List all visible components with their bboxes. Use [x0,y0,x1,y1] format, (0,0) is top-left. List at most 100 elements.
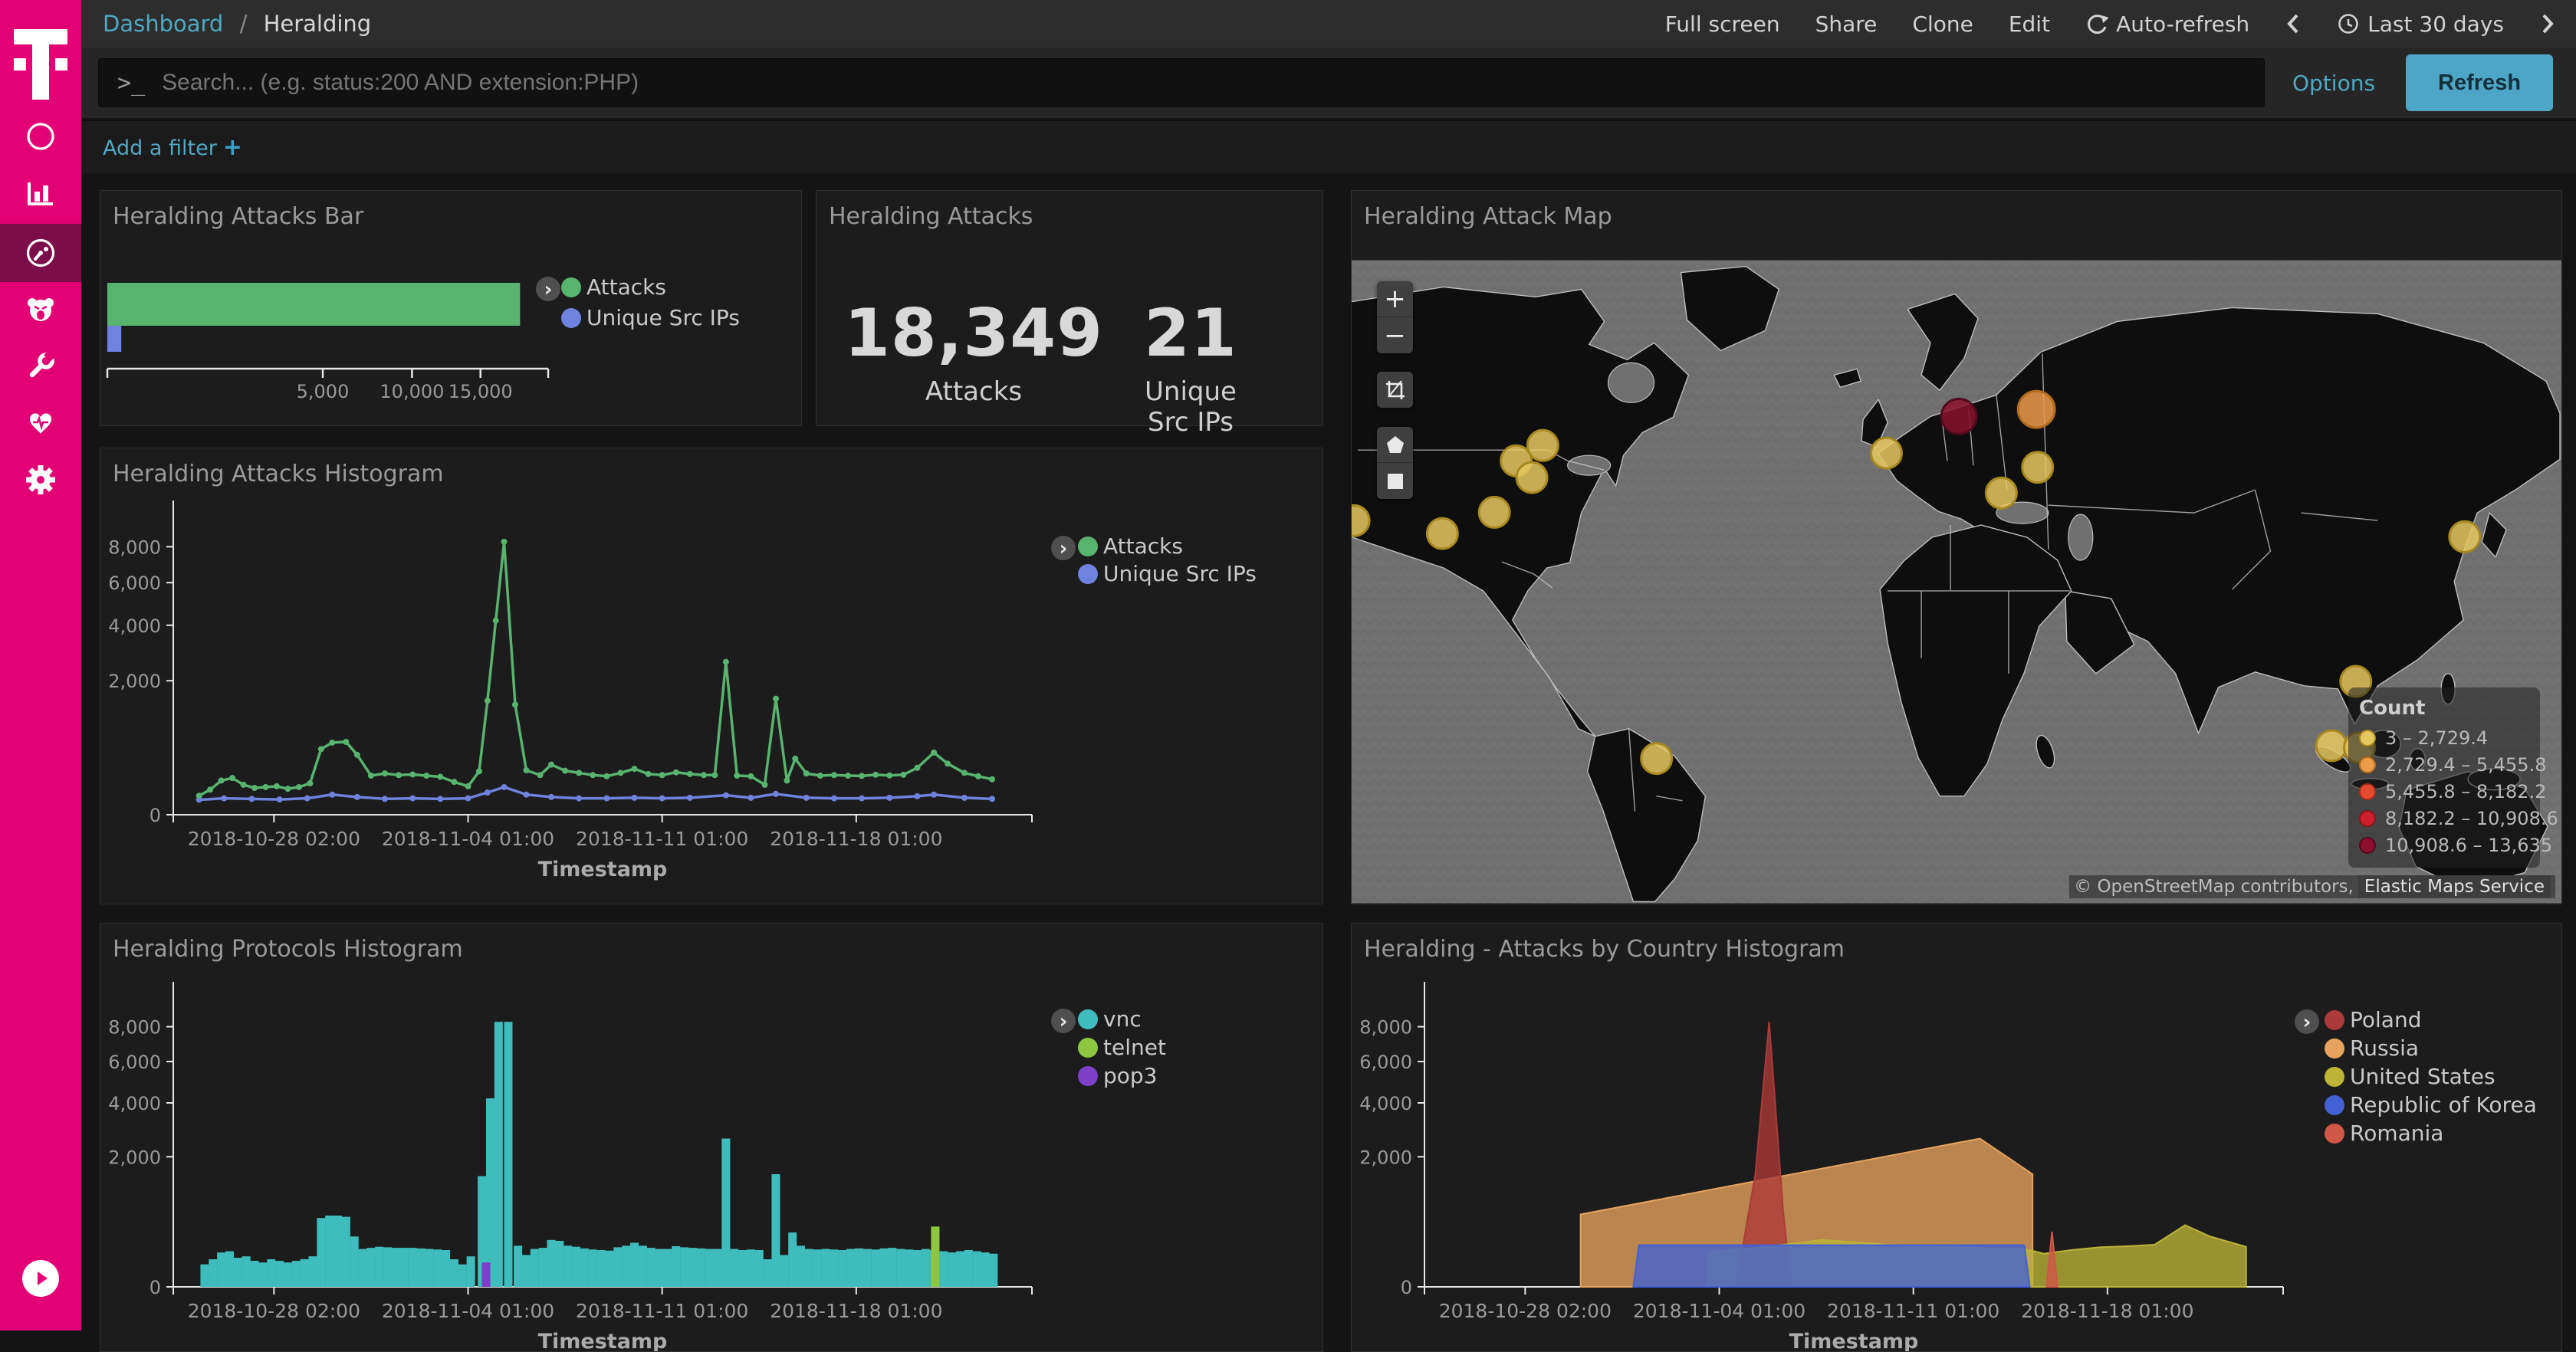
country-histogram-chart[interactable]: 02,0004,0006,0008,0002018-10-28 02:00201… [1352,924,2561,1351]
bar-vnc[interactable] [301,1259,309,1287]
bar-vnc[interactable] [425,1249,433,1287]
attack-bubble[interactable] [1641,743,1672,774]
attack-bubble[interactable] [1427,518,1457,549]
bar-vnc[interactable] [292,1261,301,1287]
bar-vnc[interactable] [225,1252,234,1287]
protocols-histogram-chart[interactable]: 02,0004,0006,0008,0002018-10-28 02:00201… [100,924,1322,1351]
crop-icon[interactable] [1377,372,1413,408]
attacks-histogram-chart[interactable]: 02,0004,0006,0008,0002018-10-28 02:00201… [100,448,1322,904]
bar-vnc[interactable] [755,1250,764,1287]
breadcrumb-dashboard-link[interactable]: Dashboard [103,11,223,37]
bar-vnc[interactable] [572,1247,580,1287]
rectangle-icon[interactable] [1377,463,1413,499]
bar-vnc[interactable] [981,1252,990,1287]
bar-vnc[interactable] [366,1248,375,1287]
sidebar-item-devtools[interactable] [0,337,81,395]
bar-vnc[interactable] [822,1249,830,1287]
full-screen-button[interactable]: Full screen [1665,11,1780,37]
bar-vnc[interactable] [433,1249,442,1287]
bar-vnc[interactable] [522,1255,531,1287]
legend-item[interactable]: telnet [1078,1035,1166,1060]
add-filter-link[interactable]: Add a filter+ [103,134,242,161]
legend-item[interactable]: Poland [2325,1007,2421,1032]
bar-vnc[interactable] [555,1241,564,1287]
attack-bubble[interactable] [1516,462,1547,493]
bar-vnc[interactable] [514,1245,522,1287]
bar-Attacks[interactable] [107,283,520,326]
bar-vnc[interactable] [417,1249,426,1287]
bar-vnc[interactable] [234,1258,242,1287]
bar-vnc[interactable] [780,1255,788,1287]
bar-vnc[interactable] [284,1262,292,1287]
legend-item[interactable]: Republic of Korea [2325,1092,2537,1117]
attack-bubble[interactable] [1479,497,1510,527]
options-link[interactable]: Options [2292,71,2375,96]
bar-vnc[interactable] [863,1249,872,1287]
bar-vnc[interactable] [872,1249,880,1287]
bar-vnc[interactable] [350,1236,359,1287]
bar-vnc[interactable] [531,1249,539,1287]
bar-vnc[interactable] [504,1022,512,1287]
bar-vnc[interactable] [896,1249,905,1287]
sidebar-item-tpot[interactable] [0,281,81,339]
bar-vnc[interactable] [334,1216,342,1287]
time-back-button[interactable] [2285,12,2302,35]
attack-bubble[interactable] [1941,399,1976,434]
clone-button[interactable]: Clone [1912,11,1973,37]
bar-vnc[interactable] [597,1250,606,1287]
bar-vnc[interactable] [251,1261,259,1287]
bar-vnc[interactable] [771,1174,780,1287]
bar-vnc[interactable] [697,1249,705,1287]
bar-vnc[interactable] [973,1252,981,1287]
legend-collapse-button[interactable]: › [536,277,560,301]
bar-vnc[interactable] [855,1249,863,1287]
bar-vnc[interactable] [830,1249,838,1287]
legend-item[interactable]: Russia [2325,1035,2419,1061]
zoom-out-button[interactable]: − [1377,317,1413,353]
time-forward-button[interactable] [2539,12,2556,35]
bar-vnc[interactable] [656,1249,664,1287]
bar-vnc[interactable] [797,1245,805,1287]
bar-vnc[interactable] [392,1248,400,1287]
time-picker-button[interactable]: Last 30 days [2337,11,2504,37]
bar-vnc[interactable] [486,1098,495,1287]
bar-vnc[interactable] [788,1232,797,1287]
attack-bubble[interactable] [1986,477,2016,508]
bar-vnc[interactable] [400,1248,409,1287]
polygon-icon[interactable] [1377,427,1413,463]
bar-vnc[interactable] [922,1249,930,1287]
bar-vnc[interactable] [342,1217,350,1287]
bar-vnc[interactable] [495,1022,503,1287]
legend-item[interactable]: vnc [1078,1006,1142,1032]
legend-item[interactable]: Attacks [1078,533,1183,559]
map-legend-item[interactable]: 10,908.6 – 13,635 [2359,832,2529,858]
sidebar-item-visualize[interactable] [0,164,81,222]
bar-vnc[interactable] [258,1262,267,1287]
attack-bubble[interactable] [1871,438,1902,468]
bar-vnc[interactable] [989,1254,997,1287]
bar-vnc[interactable] [622,1245,630,1287]
bar-vnc[interactable] [547,1240,556,1287]
bar-vnc[interactable] [267,1259,275,1287]
bar-vnc[interactable] [605,1251,613,1287]
attack-bubble[interactable] [2018,391,2055,428]
bar-vnc[interactable] [450,1259,458,1287]
bar-vnc[interactable] [442,1250,450,1287]
bar-telnet[interactable] [931,1226,939,1287]
legend-item[interactable]: Unique Src IPs [561,305,740,330]
legend-item[interactable]: Unique Src IPs [1078,561,1257,586]
bar-vnc[interactable] [813,1249,822,1287]
area-Republic of Korea[interactable] [1633,1245,2029,1287]
bar-vnc[interactable] [747,1249,755,1287]
bar-vnc[interactable] [663,1249,672,1287]
bar-vnc[interactable] [317,1218,325,1287]
sidebar-item-management[interactable] [0,451,81,509]
legend-collapse-button[interactable]: › [2295,1009,2319,1034]
bar-vnc[interactable] [730,1249,738,1287]
bar-vnc[interactable] [458,1265,467,1287]
search-input[interactable] [162,70,2264,96]
bar-vnc[interactable] [589,1249,597,1287]
bar-vnc[interactable] [580,1249,589,1287]
bar-vnc[interactable] [613,1247,622,1287]
bar-vnc[interactable] [939,1252,948,1287]
